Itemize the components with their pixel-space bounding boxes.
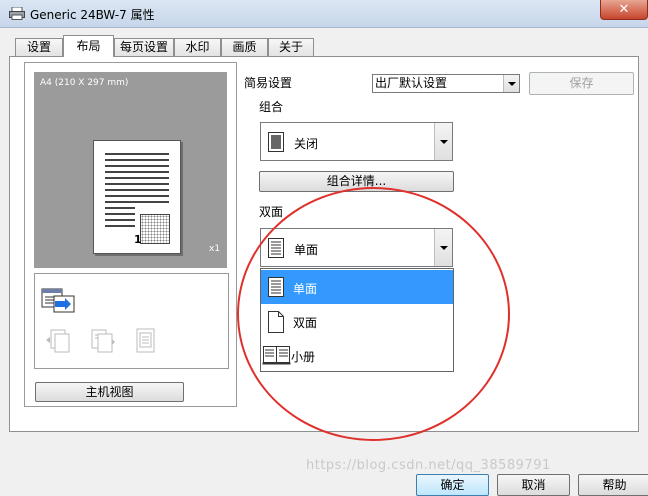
print-to-device-icon[interactable] bbox=[41, 288, 75, 314]
single-sided-icon bbox=[268, 277, 284, 297]
combine-details-button[interactable]: 组合详情... bbox=[259, 171, 454, 192]
duplex-label: 双面 bbox=[259, 205, 284, 219]
copies-label: x1 bbox=[209, 244, 221, 254]
dropdown-arrow-button[interactable] bbox=[503, 75, 519, 92]
help-button[interactable]: 帮助 bbox=[578, 474, 648, 496]
tab-settings[interactable]: 设置 bbox=[15, 38, 63, 56]
ok-button[interactable]: 确定 bbox=[416, 474, 489, 496]
paper-size-label: A4 (210 X 297 mm) bbox=[40, 78, 129, 88]
duplex-select[interactable]: 单面 bbox=[260, 228, 453, 267]
close-button[interactable]: ✕ bbox=[600, 0, 648, 20]
duplex-value: 单面 bbox=[294, 243, 319, 257]
page-number: 1 bbox=[134, 233, 142, 246]
printer-icon bbox=[9, 7, 25, 20]
double-sided-icon bbox=[268, 311, 284, 333]
paper-preview: 1 bbox=[93, 140, 181, 254]
stack-icon bbox=[46, 329, 70, 353]
option-label: 双面 bbox=[293, 316, 318, 330]
option-label: 单面 bbox=[293, 282, 318, 296]
image-placeholder bbox=[140, 214, 170, 244]
option-label: 小册 bbox=[291, 350, 316, 364]
tab-per-page-settings[interactable]: 每页设置 bbox=[114, 38, 174, 56]
close-icon: ✕ bbox=[618, 2, 630, 17]
single-sided-icon bbox=[268, 238, 284, 258]
collate-icon bbox=[91, 329, 115, 353]
cancel-button[interactable]: 取消 bbox=[497, 474, 570, 496]
easy-settings-select[interactable]: 出厂默认设置 bbox=[372, 74, 520, 93]
title-bar: Generic 24BW-7 属性 ✕ bbox=[0, 0, 648, 28]
duplex-options-list: 单面 双面 小册 bbox=[260, 268, 454, 372]
single-page-icon bbox=[268, 132, 284, 152]
option-booklet[interactable]: 小册 bbox=[261, 338, 453, 372]
booklet-icon bbox=[262, 346, 291, 365]
save-button[interactable]: 保存 bbox=[529, 72, 634, 95]
chevron-down-icon bbox=[508, 82, 516, 86]
tab-layout[interactable]: 布局 bbox=[63, 35, 114, 57]
combine-label: 组合 bbox=[259, 100, 284, 114]
dropdown-arrow-button[interactable] bbox=[434, 229, 452, 266]
dropdown-arrow-button[interactable] bbox=[434, 123, 452, 160]
document-icon bbox=[136, 328, 155, 353]
tab-quality[interactable]: 画质 bbox=[221, 38, 268, 56]
window-title: Generic 24BW-7 属性 bbox=[30, 8, 155, 22]
easy-settings-value: 出厂默认设置 bbox=[375, 76, 448, 90]
combine-select[interactable]: 关闭 bbox=[260, 122, 453, 161]
easy-settings-label: 简易设置 bbox=[244, 76, 293, 90]
tab-watermark[interactable]: 水印 bbox=[174, 38, 221, 56]
combine-value: 关闭 bbox=[294, 137, 319, 151]
option-double-sided[interactable]: 双面 bbox=[261, 304, 453, 338]
option-single-sided[interactable]: 单面 bbox=[261, 270, 453, 304]
host-view-button[interactable]: 主机视图 bbox=[35, 382, 184, 402]
watermark-text: https://blog.csdn.net/qq_38589791 bbox=[306, 458, 551, 473]
chevron-down-icon bbox=[440, 246, 448, 250]
tab-about[interactable]: 关于 bbox=[268, 38, 314, 56]
chevron-down-icon bbox=[440, 140, 448, 144]
